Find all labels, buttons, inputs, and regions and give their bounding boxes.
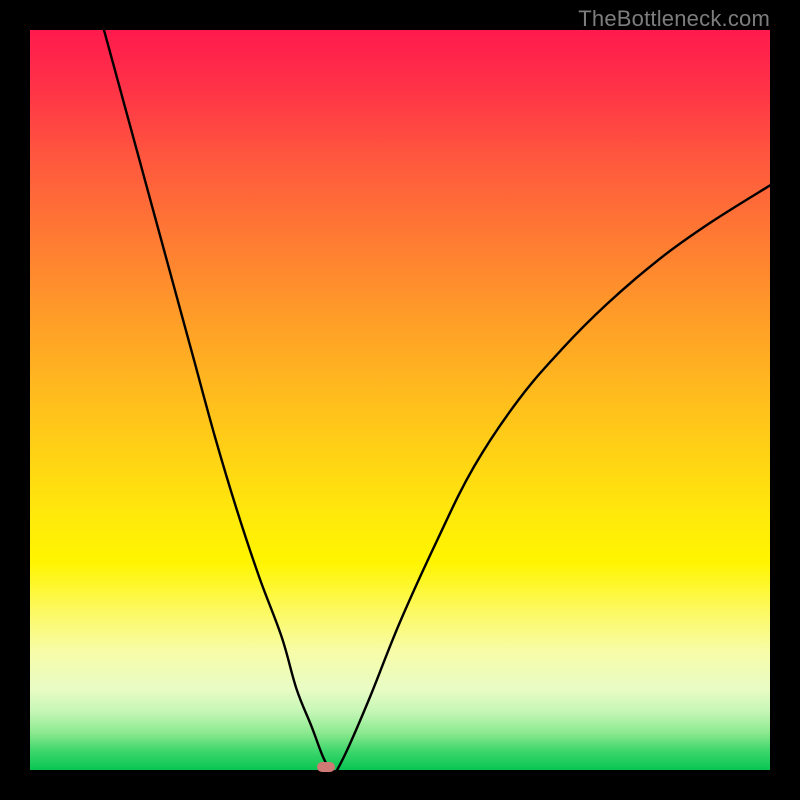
bottleneck-curve [30, 30, 770, 770]
plot-area [30, 30, 770, 770]
chart-frame: TheBottleneck.com [0, 0, 800, 800]
watermark-text: TheBottleneck.com [578, 6, 770, 32]
optimal-marker [317, 762, 335, 772]
